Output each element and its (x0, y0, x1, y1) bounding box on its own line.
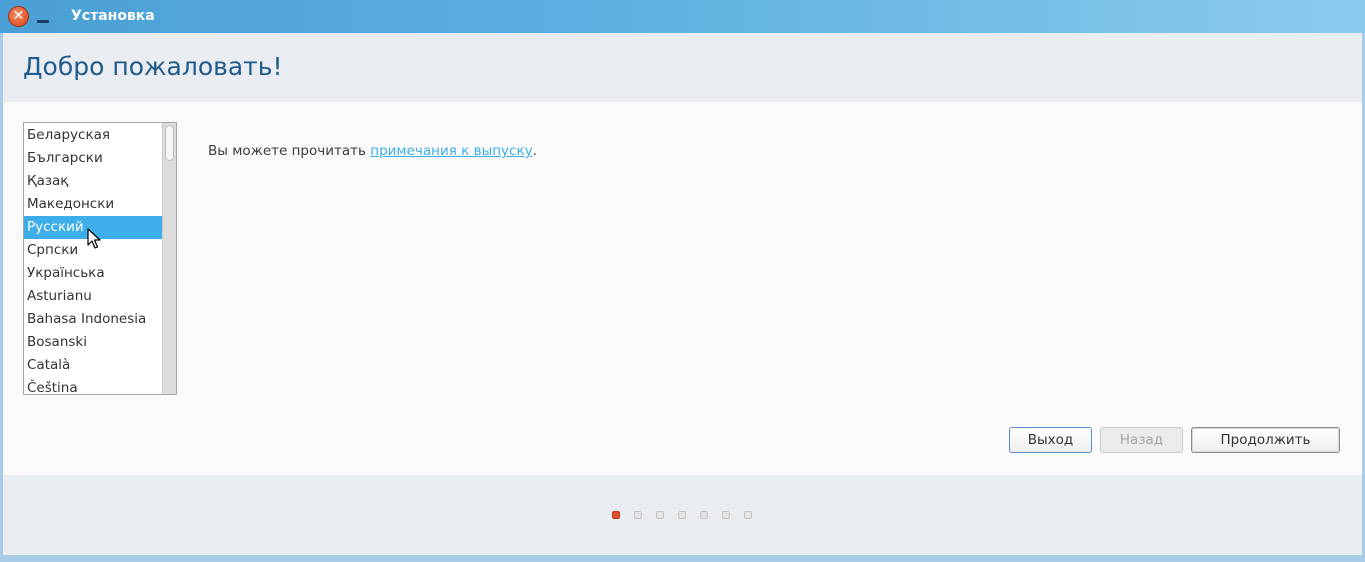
exit-button[interactable]: Выход (1009, 427, 1092, 453)
title-bar[interactable]: ✕ Установка (0, 0, 1365, 33)
progress-dot (656, 511, 664, 519)
language-list-scrollbar[interactable] (162, 123, 176, 394)
mouse-pointer-icon (87, 228, 101, 249)
scrollbar-thumb[interactable] (165, 125, 174, 161)
language-list-item[interactable]: Català (24, 354, 162, 377)
content-area: Беларуская Български Қазақ Македонски Русски… (3, 102, 1362, 475)
language-list[interactable]: Беларуская Български Қазақ Македонски Русски… (23, 122, 177, 395)
header: Добро пожаловать! (3, 33, 1362, 102)
progress-dot (678, 511, 686, 519)
release-notes-text: Вы можете прочитать примечания к выпуску… (208, 143, 537, 159)
page-title: Добро пожаловать! (23, 52, 283, 81)
close-icon[interactable]: ✕ (8, 6, 29, 27)
progress-dot (612, 511, 620, 519)
installer-window: ✕ Установка Добро пожаловать! Беларуская… (0, 0, 1365, 562)
window-title: Установка (71, 8, 155, 24)
language-list-item[interactable]: Български (24, 147, 162, 170)
progress-dot (744, 511, 752, 519)
minimize-icon[interactable] (36, 9, 50, 25)
language-list-item[interactable]: Bosanski (24, 331, 162, 354)
back-button[interactable]: Назад (1100, 427, 1183, 453)
language-list-item[interactable]: Македонски (24, 193, 162, 216)
release-notes-suffix: . (532, 143, 537, 159)
language-list-item[interactable]: Čeština (24, 377, 162, 394)
progress-footer (3, 475, 1362, 555)
language-list-item[interactable]: Қазақ (24, 170, 162, 193)
progress-dot (634, 511, 642, 519)
language-list-item[interactable]: Asturianu (24, 285, 162, 308)
progress-dot (722, 511, 730, 519)
language-list-item[interactable]: Беларуская (24, 124, 162, 147)
language-list-item[interactable]: Bahasa Indonesia (24, 308, 162, 331)
release-notes-link[interactable]: примечания к выпуску (370, 143, 532, 159)
language-list-item[interactable]: Українська (24, 262, 162, 285)
release-notes-prefix: Вы можете прочитать (208, 143, 371, 159)
continue-button[interactable]: Продолжить (1191, 427, 1340, 453)
progress-dot (700, 511, 708, 519)
